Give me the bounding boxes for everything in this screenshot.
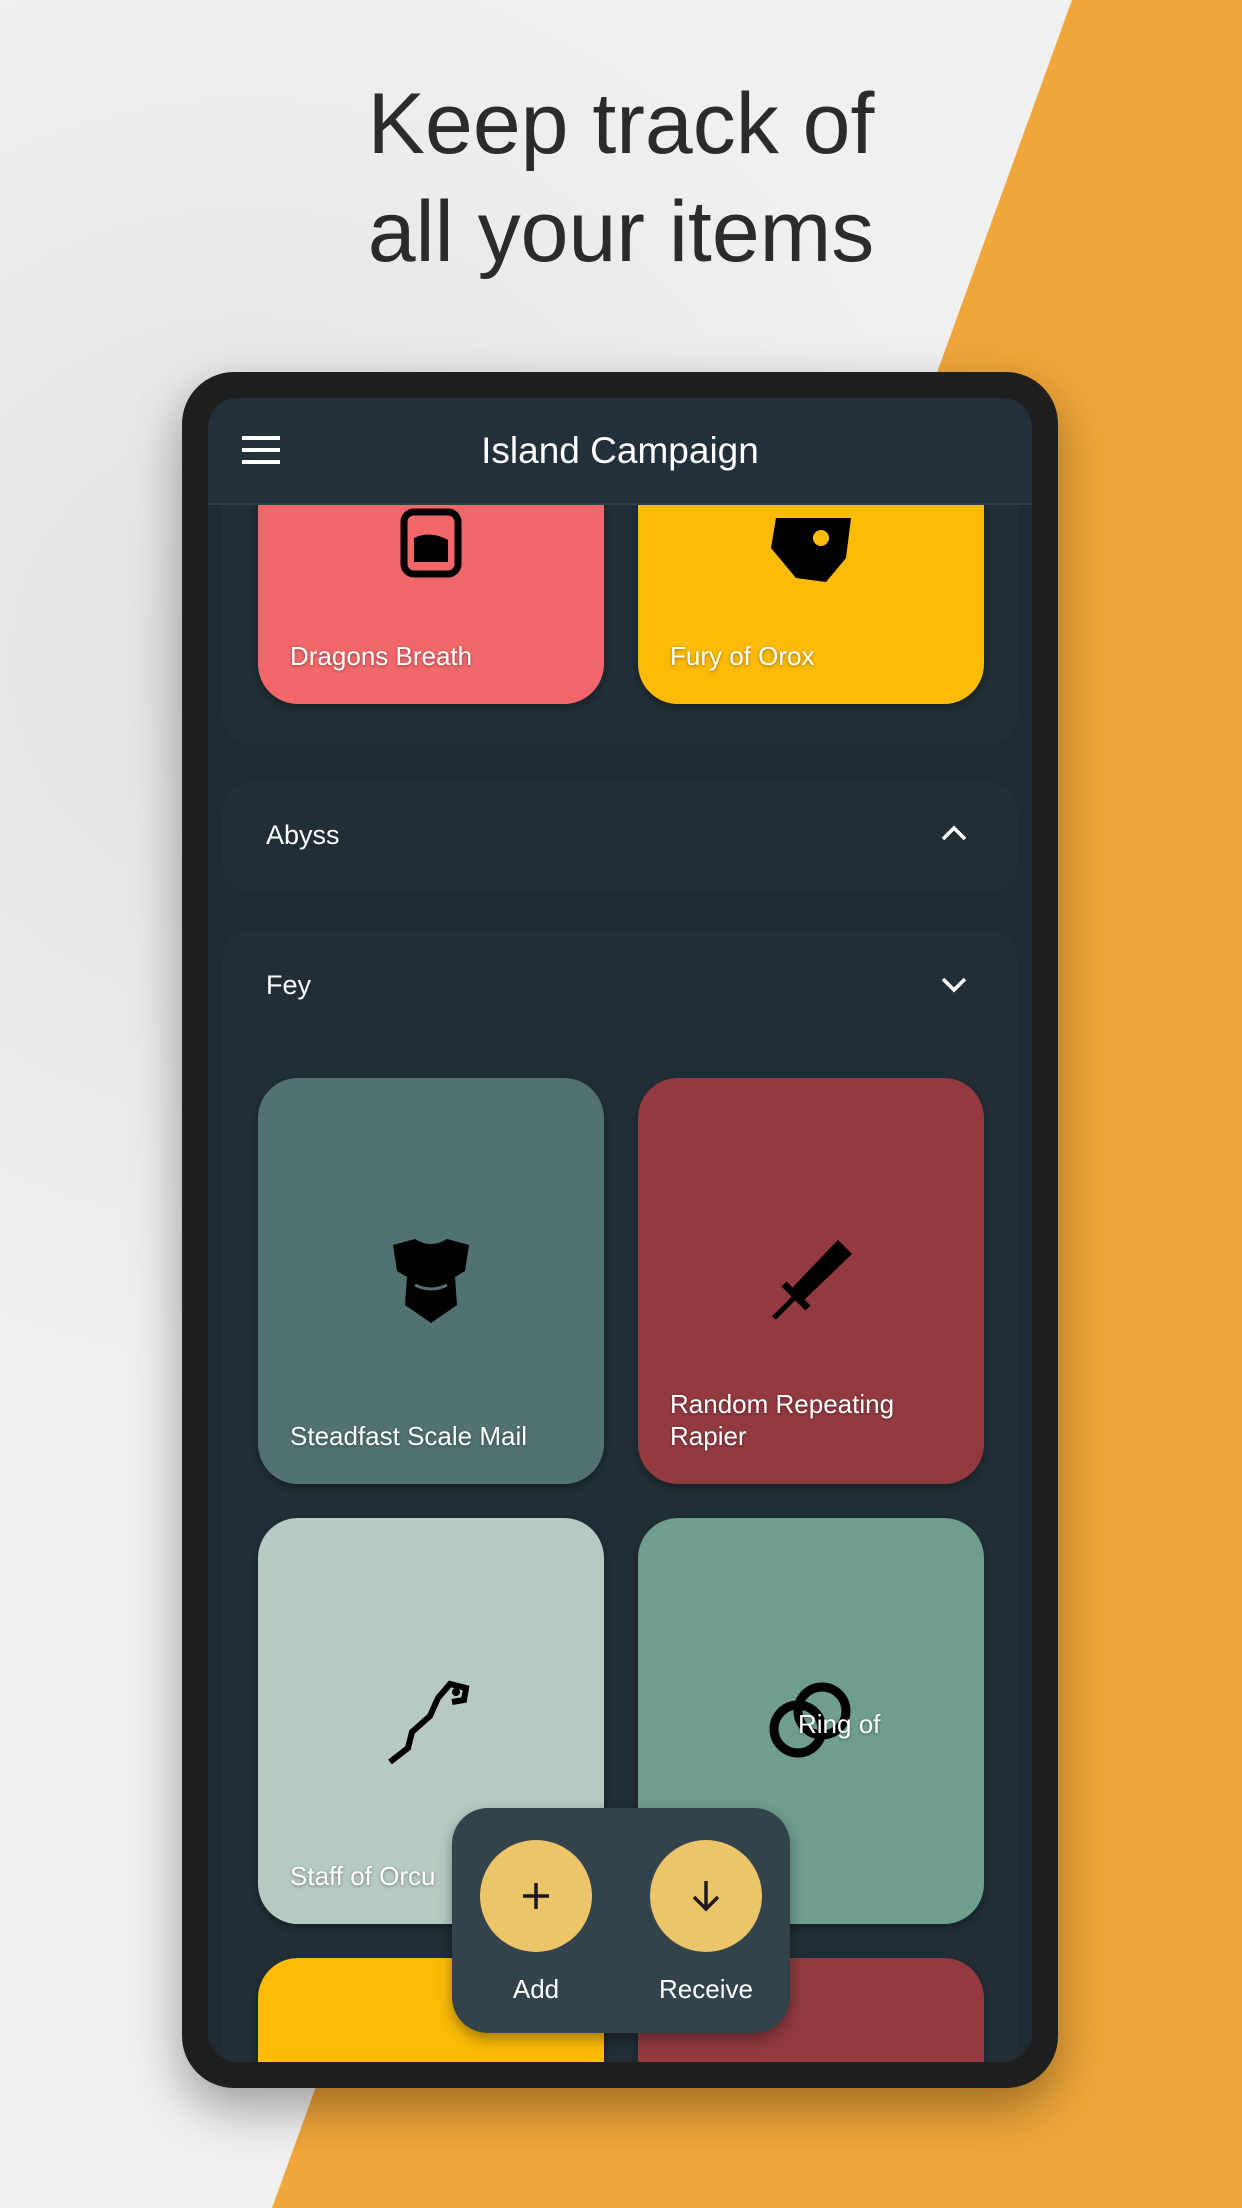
item-name: Fury of Orox (670, 641, 815, 671)
section-title[interactable]: Fey (266, 970, 311, 1001)
armor-icon (393, 1239, 469, 1323)
headline: Keep track of all your items (0, 70, 1242, 286)
phone-frame: Island Campaign Dragons Breath Fury of O… (182, 372, 1058, 2088)
section-abyss[interactable]: Abyss (222, 782, 1018, 892)
fist-icon (771, 518, 851, 582)
plus-icon (523, 1883, 549, 1909)
headline-line-1: Keep track of (367, 76, 875, 172)
item-name: Ring of (798, 1709, 881, 1739)
app-screen: Island Campaign Dragons Breath Fury of O… (208, 398, 1032, 2062)
item-name: Random Repeating Rapier (670, 1389, 895, 1451)
chevron-up-icon[interactable] (940, 824, 968, 842)
add-button[interactable] (480, 1840, 592, 1952)
sword-icon (772, 1240, 852, 1320)
app-title: Island Campaign (481, 429, 759, 471)
item-name: Steadfast Scale Mail (290, 1421, 528, 1451)
headline-line-2: all your items (367, 184, 875, 280)
arrow-down-icon (692, 1881, 720, 1912)
app-bar: Island Campaign (208, 398, 1032, 505)
potion-icon (400, 508, 462, 578)
receive-button[interactable] (650, 1840, 762, 1952)
receive-label: Receive (659, 1974, 753, 2004)
item-name: Dragons Breath (290, 641, 473, 671)
hamburger-menu-icon[interactable] (242, 436, 280, 464)
action-menu: Add Receive (452, 1808, 790, 2033)
section-title: Abyss (266, 820, 340, 850)
item-card[interactable]: Steadfast Scale Mail (258, 1078, 604, 1484)
chevron-down-icon[interactable] (940, 976, 968, 994)
add-label: Add (512, 1974, 560, 2004)
staff-icon (388, 1680, 470, 1765)
item-card[interactable]: Random Repeating Rapier (638, 1078, 984, 1484)
